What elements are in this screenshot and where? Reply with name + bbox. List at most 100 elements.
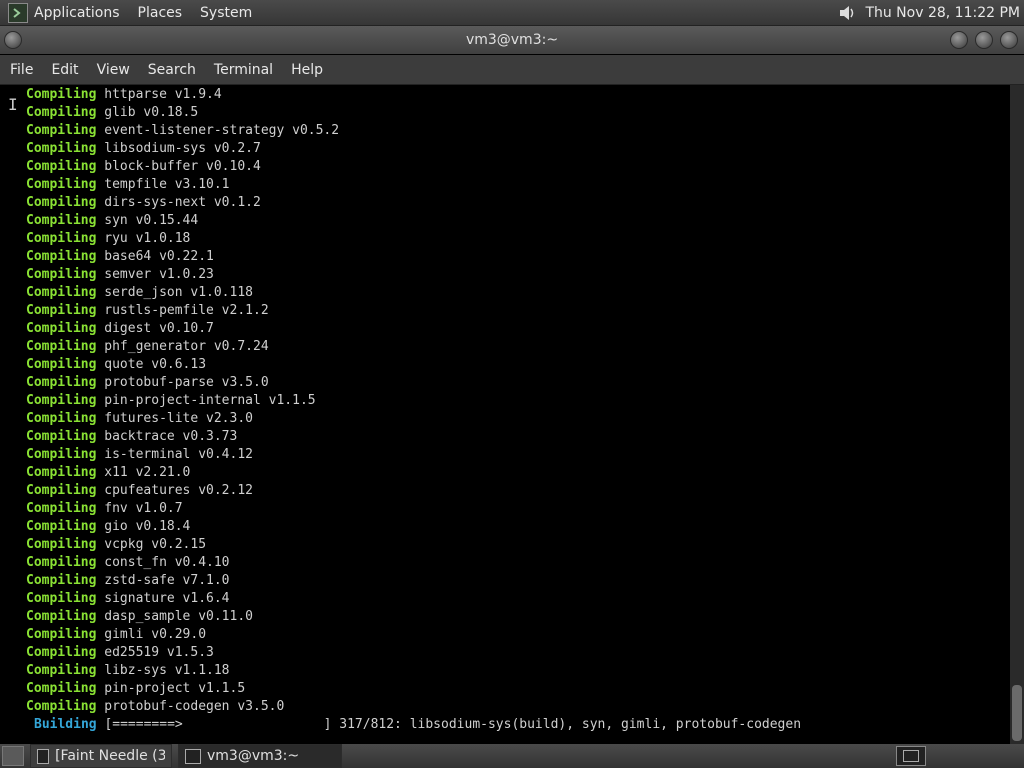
terminal-line: Compiling libsodium-sys v0.2.7	[26, 140, 261, 158]
window-menu-button[interactable]	[4, 31, 22, 49]
crate-name: phf_generator v0.7.24	[104, 339, 269, 354]
crate-name: digest v0.10.7	[104, 321, 214, 336]
compiling-keyword: Compiling	[26, 339, 97, 354]
scrollbar-thumb[interactable]	[1012, 685, 1022, 741]
compiling-keyword: Compiling	[26, 447, 97, 462]
terminal-line: Compiling zstd-safe v7.1.0	[26, 572, 230, 590]
window-titlebar[interactable]: vm3@vm3:~	[0, 26, 1024, 54]
compiling-keyword: Compiling	[26, 429, 97, 444]
terminal-line: Compiling syn v0.15.44	[26, 212, 198, 230]
terminal-line: Compiling is-terminal v0.4.12	[26, 446, 253, 464]
compiling-keyword: Compiling	[26, 105, 97, 120]
build-progress-line: Building [========> ] 317/812: libsodium…	[34, 716, 801, 734]
compiling-keyword: Compiling	[26, 465, 97, 480]
terminal-line: Compiling phf_generator v0.7.24	[26, 338, 269, 356]
text-cursor-icon: I	[8, 95, 18, 114]
compiling-keyword: Compiling	[26, 267, 97, 282]
crate-name: dirs-sys-next v0.1.2	[104, 195, 261, 210]
building-keyword: Building	[34, 717, 97, 732]
terminal-output[interactable]: I Compiling httparse v1.9.4 Compiling gli…	[0, 85, 1010, 744]
menu-terminal[interactable]: Terminal	[205, 62, 282, 78]
crate-name: ed25519 v1.5.3	[104, 645, 214, 660]
maximize-button[interactable]	[975, 31, 993, 49]
menu-view[interactable]: View	[88, 62, 139, 78]
crate-name: libsodium-sys v0.2.7	[104, 141, 261, 156]
terminal-line: Compiling signature v1.6.4	[26, 590, 230, 608]
compiling-keyword: Compiling	[26, 87, 97, 102]
menu-search[interactable]: Search	[139, 62, 205, 78]
crate-name: gio v0.18.4	[104, 519, 191, 534]
terminal-scrollbar[interactable]	[1010, 85, 1024, 744]
terminal-line: Compiling backtrace v0.3.73	[26, 428, 237, 446]
compiling-keyword: Compiling	[26, 213, 97, 228]
taskbar-item-terminal[interactable]: vm3@vm3:~	[178, 744, 342, 768]
window-icon	[37, 748, 50, 764]
crate-name: fnv v1.0.7	[104, 501, 183, 516]
terminal-line: Compiling protobuf-parse v3.5.0	[26, 374, 269, 392]
terminal-line: Compiling dasp_sample v0.11.0	[26, 608, 253, 626]
crate-name: protobuf-codegen v3.5.0	[104, 699, 285, 714]
crate-name: httparse v1.9.4	[104, 87, 222, 102]
terminal-line: Compiling base64 v0.22.1	[26, 248, 214, 266]
crate-name: ryu v1.0.18	[104, 231, 191, 246]
crate-name: is-terminal v0.4.12	[104, 447, 253, 462]
crate-name: glib v0.18.5	[104, 105, 199, 120]
close-button[interactable]	[1000, 31, 1018, 49]
crate-name: base64 v0.22.1	[104, 249, 214, 264]
crate-name: serde_json v1.0.118	[104, 285, 253, 300]
minimize-button[interactable]	[950, 31, 968, 49]
menu-edit[interactable]: Edit	[42, 62, 87, 78]
clock[interactable]: Thu Nov 28, 11:22 PM	[865, 5, 1020, 21]
compiling-keyword: Compiling	[26, 699, 97, 714]
compiling-keyword: Compiling	[26, 285, 97, 300]
crate-name: cpufeatures v0.2.12	[104, 483, 253, 498]
crate-name: dasp_sample v0.11.0	[104, 609, 253, 624]
terminal-line: Compiling digest v0.10.7	[26, 320, 214, 338]
places-menu[interactable]: Places	[138, 5, 183, 21]
crate-name: protobuf-parse v3.5.0	[104, 375, 269, 390]
distro-logo-icon[interactable]	[8, 2, 28, 23]
top-panel-tray: Thu Nov 28, 11:22 PM	[837, 4, 1024, 22]
crate-name: rustls-pemfile v2.1.2	[104, 303, 269, 318]
crate-name: backtrace v0.3.73	[104, 429, 238, 444]
compiling-keyword: Compiling	[26, 321, 97, 336]
crate-name: block-buffer v0.10.4	[104, 159, 261, 174]
show-desktop-icon[interactable]	[2, 746, 24, 766]
task-label: vm3@vm3:~	[207, 748, 300, 764]
workspace-switcher[interactable]	[896, 746, 926, 766]
menu-file[interactable]: File	[0, 62, 42, 78]
taskbar-item-faint-needle[interactable]: [Faint Needle (3d ra...	[30, 744, 172, 768]
terminal-line: Compiling gio v0.18.4	[26, 518, 190, 536]
compiling-keyword: Compiling	[26, 357, 97, 372]
compiling-keyword: Compiling	[26, 303, 97, 318]
crate-name: gimli v0.29.0	[104, 627, 207, 642]
applications-menu[interactable]: Applications	[34, 5, 120, 21]
terminal-line: Compiling libz-sys v1.1.18	[26, 662, 230, 680]
system-menu[interactable]: System	[200, 5, 252, 21]
compiling-keyword: Compiling	[26, 591, 97, 606]
crate-name: futures-lite v2.3.0	[104, 411, 253, 426]
terminal-line: Compiling quote v0.6.13	[26, 356, 206, 374]
compiling-keyword: Compiling	[26, 249, 97, 264]
terminal-line: Compiling vcpkg v0.2.15	[26, 536, 206, 554]
menu-help[interactable]: Help	[282, 62, 332, 78]
window-title: vm3@vm3:~	[465, 32, 559, 48]
terminal-line: Compiling ryu v1.0.18	[26, 230, 190, 248]
progress-bar: [========> ]	[104, 717, 332, 732]
compiling-keyword: Compiling	[26, 141, 97, 156]
compiling-keyword: Compiling	[26, 537, 97, 552]
compiling-keyword: Compiling	[26, 483, 97, 498]
crate-name: semver v1.0.23	[104, 267, 214, 282]
menubar: File Edit View Search Terminal Help	[0, 55, 1024, 85]
terminal-line: Compiling pin-project v1.1.5	[26, 680, 245, 698]
volume-icon[interactable]	[837, 4, 857, 22]
crate-name: const_fn v0.4.10	[104, 555, 230, 570]
compiling-keyword: Compiling	[26, 195, 97, 210]
compiling-keyword: Compiling	[26, 519, 97, 534]
compiling-keyword: Compiling	[26, 159, 97, 174]
crate-name: syn v0.15.44	[104, 213, 199, 228]
crate-name: quote v0.6.13	[104, 357, 207, 372]
terminal-line: Compiling gimli v0.29.0	[26, 626, 206, 644]
terminal-line: Compiling serde_json v1.0.118	[26, 284, 253, 302]
compiling-keyword: Compiling	[26, 573, 97, 588]
